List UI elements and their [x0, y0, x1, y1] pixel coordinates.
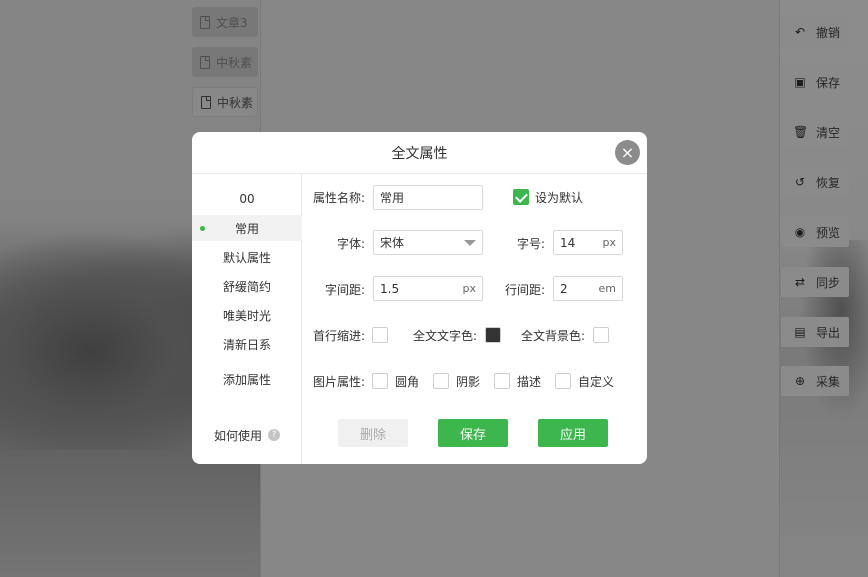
description-label: 描述: [517, 375, 542, 389]
close-icon[interactable]: ×: [615, 140, 640, 165]
preset-label: 常用: [234, 221, 259, 236]
active-dot-icon: [200, 226, 205, 231]
background-color-swatch[interactable]: [593, 327, 609, 343]
line-height-input[interactable]: 2 em: [553, 276, 623, 301]
preset-sidebar: 00 常用 默认属性 舒缓简约 唯美时光 清新日系 添加属性 如何使用 ?: [192, 174, 302, 464]
preset-label: 清新日系: [222, 337, 271, 352]
name-label: 属性名称:: [313, 191, 366, 205]
dialog-title: 全文属性: [391, 145, 448, 162]
preset-label: 唯美时光: [222, 308, 271, 323]
custom-label: 自定义: [578, 375, 615, 389]
font-size-value: 14: [560, 235, 576, 250]
shadow-label: 阴影: [456, 375, 481, 389]
preset-item[interactable]: 清新日系: [192, 331, 302, 357]
preset-item-active[interactable]: 常用: [192, 215, 302, 241]
indent-label: 首行缩进:: [313, 329, 366, 343]
rounded-corner-checkbox[interactable]: [372, 373, 388, 389]
dialog-body: 00 常用 默认属性 舒缓简约 唯美时光 清新日系 添加属性 如何使用 ? 属性…: [192, 174, 647, 464]
font-select[interactable]: 宋体: [373, 230, 483, 255]
letter-spacing-label: 字间距:: [325, 283, 366, 297]
preset-label: 00: [239, 192, 255, 206]
font-value: 宋体: [380, 236, 405, 250]
chevron-down-icon: [464, 239, 476, 246]
add-preset-button[interactable]: 添加属性: [192, 366, 302, 392]
name-input[interactable]: 常用: [373, 185, 483, 210]
line-height-unit: em: [598, 282, 616, 295]
help-label: 如何使用: [213, 428, 262, 443]
add-preset-label: 添加属性: [222, 372, 271, 387]
description-checkbox[interactable]: [494, 373, 510, 389]
property-form: 属性名称: 常用 设为默认 字体: 宋体 字号: 14 px 字间距: 1.5 …: [302, 174, 647, 464]
preset-item[interactable]: 默认属性: [192, 244, 302, 270]
text-color-label: 全文文字色:: [413, 329, 478, 343]
font-size-label: 字号:: [517, 237, 546, 251]
delete-button[interactable]: 删除: [338, 419, 408, 447]
apply-button[interactable]: 应用: [538, 419, 608, 447]
preset-item[interactable]: 00: [192, 186, 302, 212]
image-properties-label: 图片属性:: [313, 375, 366, 389]
font-size-unit: px: [602, 236, 617, 249]
rounded-corner-label: 圆角: [395, 375, 420, 389]
preset-item[interactable]: 舒缓简约: [192, 273, 302, 299]
dialog-header: 全文属性 ×: [192, 132, 647, 174]
preset-item[interactable]: 唯美时光: [192, 302, 302, 328]
background-color-label: 全文背景色:: [521, 329, 586, 343]
line-height-label: 行间距:: [505, 283, 546, 297]
letter-spacing-value: 1.5: [380, 281, 400, 296]
letter-spacing-unit: px: [462, 282, 477, 295]
set-default-checkbox[interactable]: [513, 189, 529, 205]
name-value: 常用: [380, 191, 405, 205]
preset-label: 默认属性: [222, 250, 271, 265]
letter-spacing-input[interactable]: 1.5 px: [373, 276, 483, 301]
line-height-value: 2: [560, 281, 568, 296]
font-size-input[interactable]: 14 px: [553, 230, 623, 255]
full-text-properties-dialog: 全文属性 × 00 常用 默认属性 舒缓简约 唯美时光 清新日系 添加属性 如何…: [192, 132, 647, 464]
help-question-icon: ?: [268, 429, 280, 441]
how-to-use-link[interactable]: 如何使用 ?: [192, 422, 302, 448]
indent-checkbox[interactable]: [372, 327, 388, 343]
font-label: 字体:: [337, 237, 366, 251]
shadow-checkbox[interactable]: [433, 373, 449, 389]
save-button[interactable]: 保存: [438, 419, 508, 447]
text-color-swatch[interactable]: [485, 327, 501, 343]
set-default-label: 设为默认: [535, 191, 584, 205]
custom-checkbox[interactable]: [555, 373, 571, 389]
preset-label: 舒缓简约: [222, 279, 271, 294]
